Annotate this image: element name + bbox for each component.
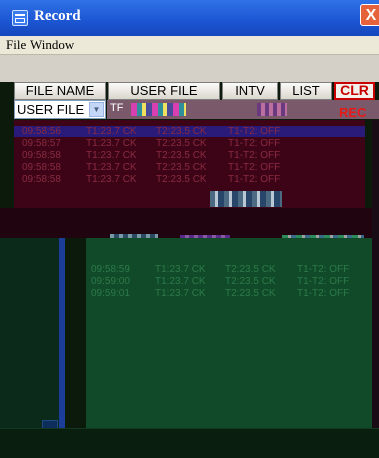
toolbar-background [0,55,379,82]
intv-button[interactable]: INTV [222,82,278,100]
table-row[interactable]: 09:58:59 T1:23.7 CK T2:23.5 CK T1-T2: OFF [91,264,349,275]
list-button[interactable]: LIST [280,82,332,100]
table-row[interactable]: 09:58:56 T1:23.7 CK T2:23.5 CK T1-T2: OFF [22,126,280,137]
render-artifact [210,191,282,207]
menu-bar: File Window [0,36,379,55]
tf-prefix: TF [110,102,124,114]
status-strip [0,428,379,458]
file-type-select[interactable]: USER FILE ▼ [14,100,106,119]
render-artifact [257,103,287,116]
app-window-icon [12,10,28,26]
left-scrollbar[interactable] [59,238,65,433]
close-button[interactable]: X [360,4,379,26]
table-row[interactable]: 09:58:58 T1:23.7 CK T2:23.5 CK T1-T2: OFF [22,174,280,185]
file-type-select-value: USER FILE [17,102,85,117]
title-bar[interactable]: Record X [0,0,379,36]
rec-button[interactable]: REC [339,105,366,120]
record-list-lower[interactable]: 09:58:59 T1:23.7 CK T2:23.5 CK T1-T2: OFF 0… [86,238,379,428]
menu-file[interactable]: File [6,37,26,53]
clr-button[interactable]: CLR [334,82,375,100]
file-name-button[interactable]: FILE NAME [14,82,106,100]
window-title: Record [34,8,81,24]
right-scrollbar[interactable] [372,120,379,428]
table-row[interactable]: 09:59:01 T1:23.7 CK T2:23.5 CK T1-T2: OFF [91,288,349,299]
table-row[interactable]: 09:58:57 T1:23.7 CK T2:23.5 CK T1-T2: OFF [22,138,280,149]
table-row[interactable]: 09:58:58 T1:23.7 CK T2:23.5 CK T1-T2: OFF [22,162,280,173]
user-file-button[interactable]: USER FILE [108,82,220,100]
menu-window[interactable]: Window [30,37,74,53]
table-row[interactable]: 09:59:00 T1:23.7 CK T2:23.5 CK T1-T2: OFF [91,276,349,287]
record-list-upper[interactable]: 09:58:56 T1:23.7 CK T2:23.5 CK T1-T2: OFF 0… [14,120,365,208]
record-window: Record X File Window FILE NAME USER FILE… [0,0,379,458]
table-row[interactable]: 09:58:58 T1:23.7 CK T2:23.5 CK T1-T2: OFF [22,150,280,161]
list-separator-band [0,208,379,238]
render-artifact [131,103,186,116]
chevron-down-icon[interactable]: ▼ [89,102,104,117]
